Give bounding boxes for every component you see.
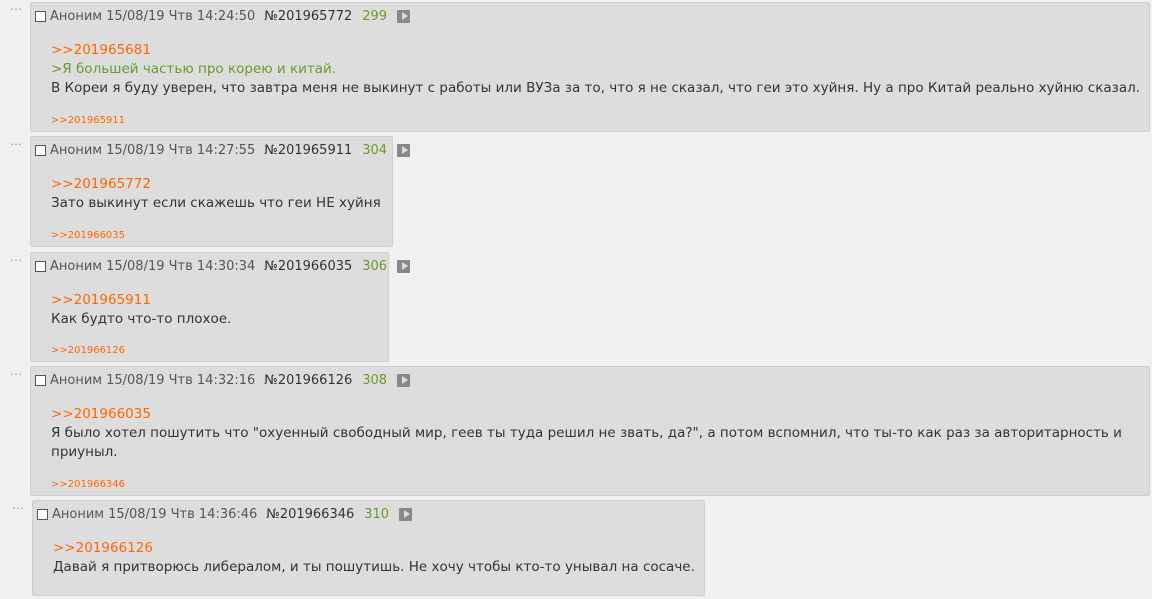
post-header: Аноним 15/08/19 Чтв 14:30:34 №201966035 … <box>35 258 411 274</box>
ellipsis-icon[interactable]: ⋯ <box>10 138 23 150</box>
post-index: 306 <box>362 258 388 274</box>
ellipsis-icon[interactable]: ⋯ <box>10 368 23 380</box>
post-body: >>201965681 >Я большей частью про корею … <box>51 41 1140 98</box>
reply-link[interactable]: >>201966035 <box>51 405 1122 424</box>
checkbox-icon[interactable] <box>35 374 46 386</box>
post-text: В Кореи я буду уверен, что завтра меня н… <box>51 80 1141 96</box>
ellipsis-icon[interactable]: ⋯ <box>12 502 25 514</box>
reply-link[interactable]: >>201965911 <box>51 291 231 310</box>
post-text: Я было хотел пошутить что "охуенный своб… <box>51 425 1122 441</box>
quote-text: >Я большей частью про корею и китай. <box>51 61 337 77</box>
checkbox-icon[interactable] <box>37 508 48 520</box>
post-author: Аноним <box>50 372 103 388</box>
post-card: Аноним 15/08/19 Чтв 14:36:46 №201966346 … <box>32 500 705 596</box>
checkbox-icon[interactable] <box>35 260 46 272</box>
post-header: Аноним 15/08/19 Чтв 14:27:55 №201965911 … <box>35 142 411 158</box>
post-text: Зато выкинут если скажешь что геи НЕ хуй… <box>51 195 381 211</box>
post-number[interactable]: №201966035 <box>264 259 352 274</box>
post-number[interactable]: №201965772 <box>264 9 352 24</box>
post-header: Аноним 15/08/19 Чтв 14:36:46 №201966346 … <box>37 506 413 522</box>
post-header: Аноним 15/08/19 Чтв 14:24:50 №201965772 … <box>35 8 411 24</box>
post-card: Аноним 15/08/19 Чтв 14:32:16 №201966126 … <box>30 366 1150 496</box>
checkbox-icon[interactable] <box>35 10 46 22</box>
post-header: Аноним 15/08/19 Чтв 14:32:16 №201966126 … <box>35 372 411 388</box>
post-body: >>201965772 Зато выкинут если скажешь чт… <box>51 175 381 213</box>
reply-link[interactable]: >>201965772 <box>51 175 381 194</box>
post-index: 310 <box>364 506 390 522</box>
post-date: 15/08/19 Чтв 14:32:16 <box>106 372 256 388</box>
reply-link[interactable]: >>201966126 <box>53 539 695 558</box>
reply-ref-link[interactable]: >>201966346 <box>51 479 125 490</box>
checkbox-icon[interactable] <box>35 144 46 156</box>
post-card: Аноним 15/08/19 Чтв 14:24:50 №201965772 … <box>30 2 1150 132</box>
post-author: Аноним <box>50 142 103 158</box>
post-date: 15/08/19 Чтв 14:24:50 <box>106 8 256 24</box>
post-date: 15/08/19 Чтв 14:36:46 <box>108 506 258 522</box>
post-body: >>201966126 Давай я притворюсь либералом… <box>53 539 695 577</box>
ellipsis-icon[interactable]: ⋯ <box>10 254 23 266</box>
post-index: 304 <box>362 142 388 158</box>
post-number[interactable]: №201966126 <box>264 373 352 388</box>
post-author: Аноним <box>52 506 105 522</box>
post-date: 15/08/19 Чтв 14:30:34 <box>106 258 256 274</box>
post-text: приуныл. <box>51 444 118 460</box>
reply-ref-link[interactable]: >>201966126 <box>51 345 125 356</box>
play-icon[interactable] <box>397 143 411 157</box>
post-index: 299 <box>362 8 388 24</box>
post-author: Аноним <box>50 258 103 274</box>
post-body: >>201965911 Как будто что-то плохое. <box>51 291 231 329</box>
post-body: >>201966035 Я было хотел пошутить что "о… <box>51 405 1122 462</box>
post-number[interactable]: №201965911 <box>264 143 352 158</box>
post-text: Давай я притворюсь либералом, и ты пошут… <box>53 559 695 575</box>
reply-link[interactable]: >>201965681 <box>51 41 1140 60</box>
post-index: 308 <box>362 372 388 388</box>
reply-ref-link[interactable]: >>201965911 <box>51 115 125 126</box>
post-card: Аноним 15/08/19 Чтв 14:30:34 №201966035 … <box>30 252 411 362</box>
reply-ref-link[interactable]: >>201966035 <box>51 230 125 241</box>
ellipsis-icon[interactable]: ⋯ <box>10 3 23 15</box>
post-text: Как будто что-то плохое. <box>51 311 232 327</box>
post-card: Аноним 15/08/19 Чтв 14:27:55 №201965911 … <box>30 136 411 247</box>
play-icon[interactable] <box>399 507 413 521</box>
post-number[interactable]: №201966346 <box>266 507 354 522</box>
play-icon[interactable] <box>397 259 411 273</box>
post-author: Аноним <box>50 8 103 24</box>
play-icon[interactable] <box>397 9 411 23</box>
post-date: 15/08/19 Чтв 14:27:55 <box>106 142 256 158</box>
play-icon[interactable] <box>397 373 411 387</box>
